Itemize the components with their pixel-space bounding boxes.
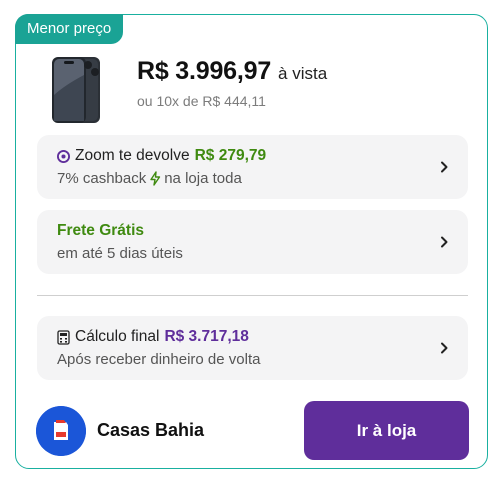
store-name: Casas Bahia (97, 420, 205, 440)
cashback-scope: na loja toda (164, 170, 242, 187)
cashback-percent: 7% cashback (57, 170, 147, 187)
shipping-detail: em até 5 dias úteis (57, 245, 183, 262)
final-calc-label: Cálculo final (75, 328, 160, 345)
delivery-time: em até 5 dias úteis (57, 245, 183, 262)
final-calc-detail: Após receber dinheiro de volta (57, 351, 260, 368)
cash-price: R$ 3.996,97 (137, 57, 272, 85)
final-calc-note: Após receber dinheiro de volta (57, 351, 261, 368)
zoom-logo-icon (57, 149, 70, 163)
product-image (52, 57, 100, 123)
final-calc-line: Cálculo final R$ 3.717,18 (57, 328, 249, 346)
cashback-box[interactable]: Zoom te devolve R$ 279,79 7% cashback na… (37, 135, 468, 199)
cashback-amount: R$ 279,79 (194, 147, 267, 164)
lightning-icon (150, 171, 161, 186)
go-to-store-button[interactable]: Ir à loja (304, 401, 469, 460)
calculator-icon (57, 329, 70, 345)
price-suffix: à vista (278, 64, 328, 83)
shipping-title: Frete Grátis (57, 222, 144, 240)
store-logo (36, 406, 86, 456)
price-line: R$ 3.996,97 à vista (137, 57, 327, 86)
divider (37, 295, 468, 296)
free-shipping-label: Frete Grátis (57, 222, 145, 239)
chevron-right-icon (441, 342, 448, 354)
final-calc-box[interactable]: Cálculo final R$ 3.717,18 Após receber d… (37, 316, 468, 380)
chevron-right-icon (441, 161, 448, 173)
chevron-right-icon (441, 236, 448, 248)
shipping-box[interactable]: Frete Grátis em até 5 dias úteis (37, 210, 468, 274)
installments-text: ou 10x de R$ 444,11 (137, 93, 266, 109)
cashback-label: Zoom te devolve (75, 147, 190, 164)
lowest-price-badge: Menor preço (15, 14, 124, 44)
final-calc-amount: R$ 3.717,18 (164, 328, 249, 345)
cashback-line: Zoom te devolve R$ 279,79 (57, 147, 266, 165)
cashback-detail: 7% cashback na loja toda (57, 170, 242, 187)
